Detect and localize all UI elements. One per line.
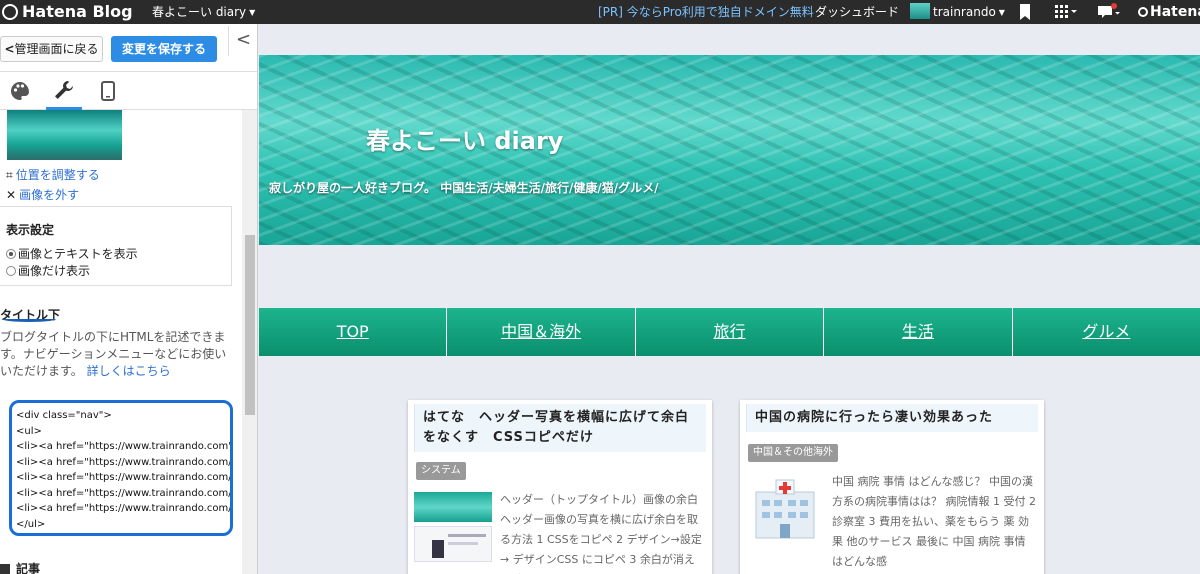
bookmark-icon[interactable] [1019, 0, 1033, 24]
article-thumbnail[interactable] [746, 472, 824, 542]
title-under-html-textarea[interactable]: <div class="nav"> <ul> <li><a href="http… [9, 400, 233, 536]
nav-item-travel[interactable]: 旅行 [635, 308, 825, 356]
hatena-menu[interactable]: Hatena [1138, 0, 1200, 24]
radio-unchecked-icon [6, 266, 16, 276]
tab-design-theme[interactable] [2, 72, 38, 110]
top-bar: Hatena Blog 春よこーい diary ▼ [PR] 今ならPro利用で独… [0, 0, 1200, 24]
nav-item-gourmet[interactable]: グルメ [1012, 308, 1200, 356]
blog-preview: 春よこーい diary 寂しがり屋の一人好きブログ。 中国生活/夫婦生活/旅行/… [259, 24, 1200, 574]
nav-item-life[interactable]: 生活 [824, 308, 1013, 356]
wrench-icon [55, 81, 73, 99]
scrollbar-thumb[interactable] [245, 235, 255, 415]
hatena-blog-logo[interactable]: Hatena Blog [0, 0, 140, 24]
radio-checked-icon [6, 249, 16, 259]
chevron-left-icon: < [4, 42, 15, 56]
article-excerpt: 中国 病院 事情 はどんな感じ？ 中国の漢方系の病院事情はは？ 病院情報 1 受… [832, 475, 1036, 568]
notification-icon[interactable] [1097, 0, 1121, 24]
blog-title[interactable]: 春よこーい diary [366, 121, 563, 156]
blog-nav-menu: TOP 中国＆海外 旅行 生活 グルメ [259, 308, 1200, 356]
header-image-thumbnail [7, 110, 122, 160]
category-badge[interactable]: システム [416, 462, 466, 480]
radio-image-only[interactable]: 画像だけ表示 [6, 262, 90, 279]
settings-scroll-area: ⌗ 位置を調整する ✕ 画像を外す 表示設定 画像とテキストを表示 画像だけ表示 タ… [0, 110, 242, 574]
blog-header-image: 春よこーい diary 寂しがり屋の一人好きブログ。 中国生活/夫婦生活/旅行/… [259, 55, 1200, 245]
article-excerpt: ヘッダー（トップタイトル）画像の余白 ヘッダー画像の写真を横に広げ余白を取る方法… [500, 493, 702, 574]
display-settings-title: 表示設定 [6, 223, 55, 237]
hatena-logo-icon [2, 4, 18, 20]
panel-scrollbar[interactable] [242, 110, 257, 574]
annotation-underline [2, 316, 56, 322]
blog-description: 寂しがり屋の一人好きブログ。 中国生活/夫婦生活/旅行/健康/猫/グルメ/ [269, 181, 659, 195]
caret-down-icon: ▼ [998, 8, 1005, 17]
save-changes-button[interactable]: 変更を保存する [111, 36, 217, 62]
article-card[interactable]: はてな ヘッダー写真を横幅に広げて余白をなくす CSSコピペだけ システム ヘッ… [408, 400, 712, 574]
radio-image-and-text[interactable]: 画像とテキストを表示 [6, 245, 138, 262]
user-menu[interactable]: trainrando ▼ [910, 0, 1005, 24]
panel-header: <管理画面に戻る 変更を保存する < [0, 24, 257, 72]
hospital-icon [755, 479, 815, 539]
smartphone-icon [101, 81, 115, 101]
back-to-admin-button[interactable]: <管理画面に戻る [0, 36, 103, 62]
article-title[interactable]: 中国の病院に行ったら凄い効果あった [746, 404, 1038, 432]
dashboard-link[interactable]: ダッシュボード [815, 0, 899, 24]
collapse-panel-button[interactable]: < [228, 26, 257, 56]
avatar [910, 3, 930, 19]
details-link[interactable]: 詳しくはこちら [87, 364, 171, 378]
chevron-left-icon: < [235, 29, 252, 50]
adjust-position-link[interactable]: ⌗ 位置を調整する [6, 166, 100, 183]
articles-section-toggle[interactable]: 記事 [0, 560, 40, 574]
remove-image-link[interactable]: ✕ 画像を外す [6, 186, 79, 203]
pr-link[interactable]: [PR] 今ならPro利用で独自ドメイン無料 [598, 0, 814, 24]
tab-customize[interactable] [46, 72, 82, 110]
crop-icon: ⌗ [6, 168, 13, 182]
blog-name-menu[interactable]: 春よこーい diary ▼ [152, 0, 255, 24]
panel-tabs [0, 72, 257, 110]
square-icon [0, 564, 10, 574]
design-settings-panel: <管理画面に戻る 変更を保存する < ⌗ 位置を調整する ✕ 画像を外す 表示設定 … [0, 24, 258, 574]
hatena-logo-icon [1138, 7, 1148, 17]
close-icon: ✕ [6, 188, 17, 202]
caret-down-icon: ▼ [249, 8, 256, 17]
article-thumbnail[interactable] [414, 492, 492, 562]
nav-item-china-overseas[interactable]: 中国＆海外 [447, 308, 636, 356]
article-title[interactable]: はてな ヘッダー写真を横幅に広げて余白をなくす CSSコピペだけ [414, 404, 706, 452]
nav-item-top[interactable]: TOP [259, 308, 448, 356]
article-card[interactable]: 中国の病院に行ったら凄い効果あった 中国＆その他海外 中国 病院 事情 はどんな… [740, 400, 1044, 574]
title-under-description: ブログタイトルの下にHTMLを記述できます。ナビゲーションメニューなどにお使いい… [0, 330, 227, 378]
apps-grid-icon[interactable] [1055, 0, 1079, 24]
category-badge[interactable]: 中国＆その他海外 [748, 444, 838, 462]
tab-smartphone[interactable] [90, 72, 126, 110]
palette-icon [11, 82, 29, 100]
display-settings-box: 表示設定 画像とテキストを表示 画像だけ表示 [0, 206, 232, 286]
